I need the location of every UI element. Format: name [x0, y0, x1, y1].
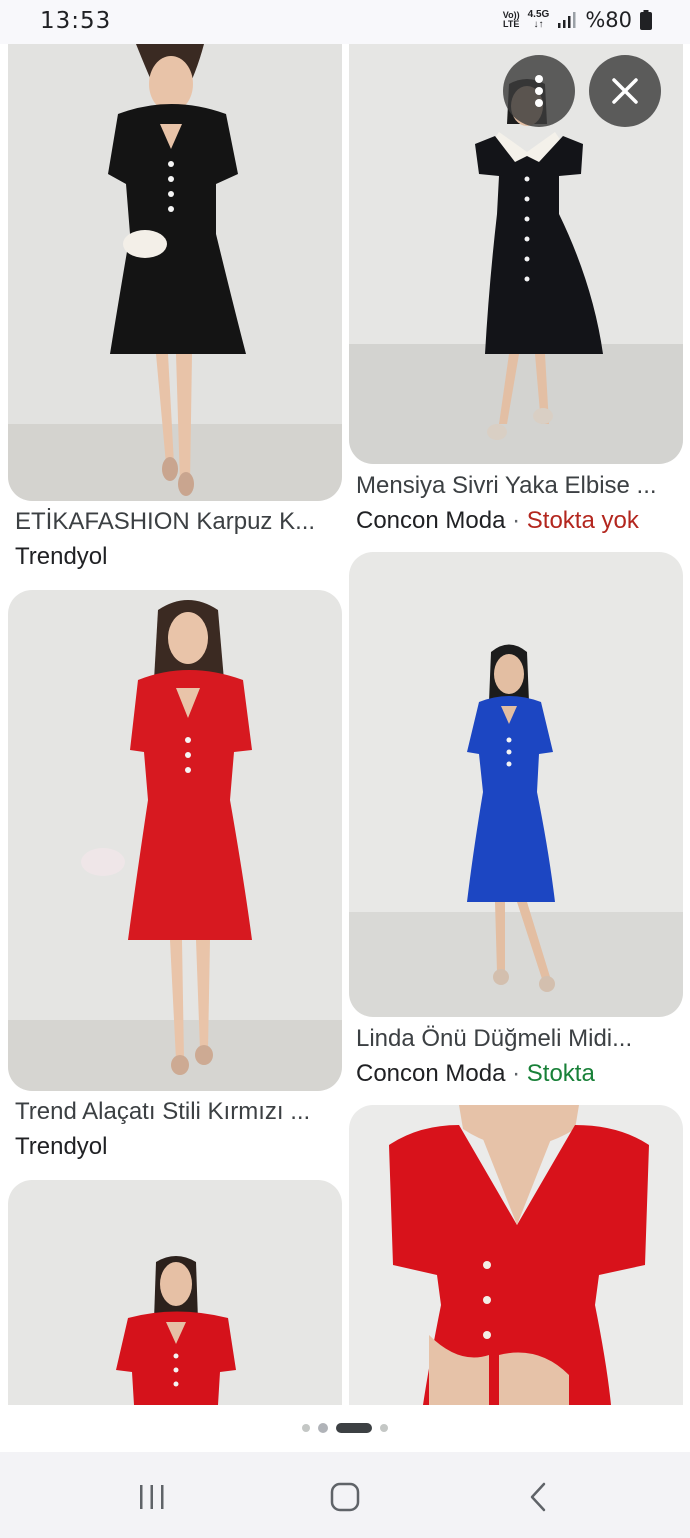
home-button[interactable]: [315, 1474, 375, 1520]
result-source: Concon Moda · Stokta yok: [356, 507, 639, 534]
recents-button[interactable]: [122, 1474, 182, 1520]
network-indicator: 4.5G ↓↑: [527, 9, 550, 30]
result-image-blue-dress[interactable]: [349, 552, 683, 1017]
battery-icon: [640, 10, 652, 30]
stock-status: Stokta yok: [526, 507, 639, 534]
result-title[interactable]: Mensiya Sivri Yaka Elbise ...: [356, 472, 676, 500]
signal-icon: [558, 12, 576, 28]
result-source: Trendyol: [15, 1133, 108, 1160]
stock-status: Stokta: [526, 1060, 595, 1087]
result-image-red-dress-partial[interactable]: [8, 1180, 342, 1405]
result-title[interactable]: Linda Önü Düğmeli Midi...: [356, 1025, 676, 1053]
pager-dot[interactable]: [302, 1424, 310, 1432]
result-image-red-dress-closeup[interactable]: [349, 1105, 683, 1405]
close-icon: [612, 78, 638, 104]
status-time: 13:53: [40, 8, 112, 34]
volte-indicator: Vo)) LTE: [502, 10, 520, 29]
more-options-button[interactable]: [503, 55, 575, 127]
pager-dot[interactable]: [380, 1424, 388, 1432]
home-icon: [330, 1482, 360, 1512]
more-vert-icon: [535, 75, 543, 107]
battery-percent: %80: [585, 8, 632, 32]
result-image-black-dress-bag[interactable]: [8, 44, 342, 501]
back-button[interactable]: [508, 1474, 568, 1520]
result-source: Trendyol: [15, 543, 108, 570]
recents-icon: [140, 1485, 164, 1509]
result-title[interactable]: ETİKAFASHION Karpuz K...: [15, 508, 335, 536]
pager-dot[interactable]: [318, 1423, 328, 1433]
carousel-pager: [0, 1405, 690, 1451]
pager-dot-active[interactable]: [336, 1423, 372, 1433]
result-title[interactable]: Trend Alaçatı Stili Kırmızı ...: [15, 1098, 335, 1126]
result-source: Concon Moda · Stokta: [356, 1060, 595, 1087]
result-image-red-dress-bag[interactable]: [8, 590, 342, 1091]
status-bar: 13:53 Vo)) LTE 4.5G ↓↑ %80: [0, 0, 690, 44]
status-icons: Vo)) LTE 4.5G ↓↑ %80: [503, 8, 652, 32]
back-icon: [530, 1482, 546, 1512]
close-button[interactable]: [589, 55, 661, 127]
system-nav-bar: [0, 1452, 690, 1538]
